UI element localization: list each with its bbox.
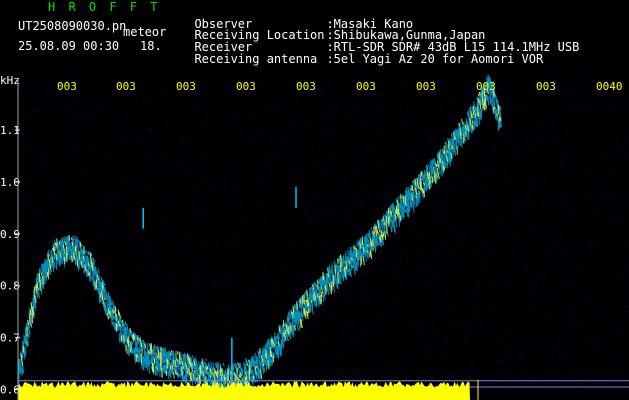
y-axis-unit: kHz — [0, 74, 20, 87]
x-tick-label: 003 — [176, 80, 196, 93]
x-tick-label: 003 — [116, 80, 136, 93]
signal-trace — [17, 74, 502, 394]
x-tick-label: 003 — [356, 80, 376, 93]
x-tick-label: 003 — [536, 80, 556, 93]
signal-trace-peaks — [20, 88, 502, 393]
x-tick-label: 003 — [416, 80, 436, 93]
noise-speckle — [18, 78, 629, 382]
spectrogram-plot: kHz1.11.00.90.80.70.6 003 003 003 003 003 003… — [0, 74, 629, 400]
x-tick-label: 003 — [296, 80, 316, 93]
x-tick-label: 0040 — [596, 80, 623, 93]
noise-layer — [18, 78, 629, 382]
x-tick-label: 003 — [476, 80, 496, 93]
x-tick-label: 003 — [57, 80, 77, 93]
signal-trace-body — [17, 74, 502, 394]
y-axis: kHz1.11.00.90.80.70.6 — [0, 74, 20, 400]
x-tick-label: 003 — [236, 80, 256, 93]
